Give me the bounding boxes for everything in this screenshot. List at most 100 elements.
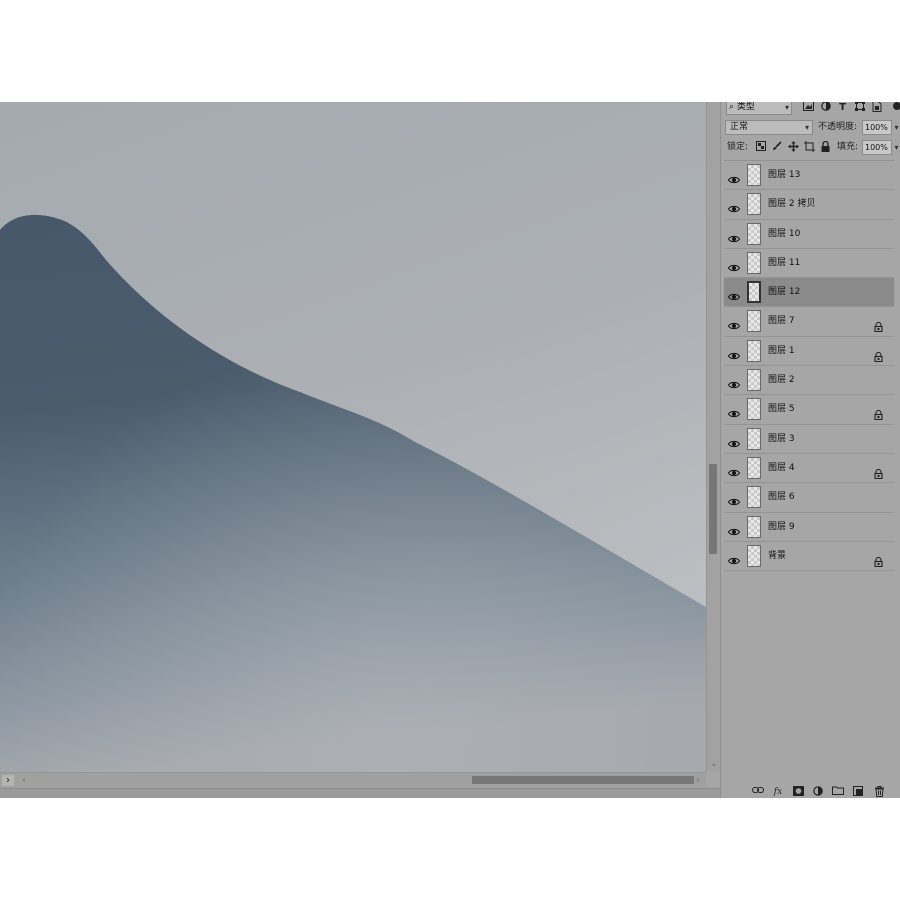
layer-name[interactable]: 图层 7 [768,307,795,336]
layer-thumbnail[interactable] [747,339,761,362]
layer-row[interactable]: 图层 5 [724,395,894,425]
layer-thumbnail[interactable] [747,310,761,333]
scroll-right-icon[interactable]: › [692,775,704,786]
document-canvas[interactable] [0,102,706,772]
layer-thumbnail[interactable] [747,164,761,186]
horizontal-scrollbar[interactable]: › ‹ › [0,772,706,788]
fill-label: 填充: [837,142,859,152]
layer-thumbnail[interactable] [747,427,761,450]
layer-name[interactable]: 图层 2 [768,366,795,395]
opacity-field[interactable]: 100% [862,120,892,135]
layer-thumbnail[interactable] [747,515,761,538]
adjustment-layer-icon[interactable] [811,786,825,798]
eye-icon[interactable] [727,522,741,535]
layer-row[interactable]: 图层 1 [724,336,894,367]
text-filter-icon[interactable]: T [836,102,849,114]
vertical-scroll-thumb[interactable] [709,464,717,554]
lock-position-icon[interactable] [787,141,799,154]
layer-name[interactable]: 图层 3 [768,425,795,454]
layer-thumbnail[interactable] [747,369,761,392]
filter-toggle-icon[interactable] [890,102,900,114]
eye-icon[interactable] [727,404,741,418]
eye-icon[interactable] [727,492,741,506]
eye-icon[interactable] [727,316,741,330]
lock-image-pixels-icon[interactable] [771,141,783,154]
fill-dropdown-icon[interactable]: ▾ [892,140,900,155]
new-layer-icon[interactable] [851,786,865,798]
link-layers-icon[interactable] [751,786,765,798]
layer-name[interactable]: 图层 10 [768,220,800,249]
layer-thumbnail[interactable] [747,251,761,274]
layer-thumbnail[interactable] [747,398,761,421]
layer-row[interactable]: 图层 7 [724,307,894,337]
eye-icon[interactable] [727,551,741,564]
layer-row[interactable]: 图层 9 [724,512,894,542]
eye-icon[interactable] [727,229,741,242]
layer-name[interactable]: 图层 12 [768,278,800,307]
fx-icon[interactable]: fx [771,786,785,798]
mountain-artwork [0,102,706,772]
layer-name[interactable]: 图层 13 [768,161,800,190]
expand-panel-icon[interactable]: › [2,775,14,786]
smart-object-filter-icon[interactable] [870,102,883,114]
lock-icon [874,464,884,480]
lock-all-icon[interactable] [819,140,831,154]
layer-name[interactable]: 背景 [768,542,786,571]
layer-thumbnail[interactable] [747,544,761,567]
photoshop-workspace: ⌄ › ‹ › ⌕ 类型 ▾ T 正常 ▾ 不透明度: 100% ▾ 锁定: 填… [0,102,900,798]
add-mask-icon[interactable] [791,786,805,798]
shape-filter-icon[interactable] [853,102,866,114]
image-filter-icon[interactable] [802,102,815,114]
eye-icon[interactable] [727,170,741,184]
layer-row[interactable]: 图层 12 [724,278,894,308]
layer-row[interactable]: 图层 6 [724,483,894,513]
layer-thumbnail[interactable] [747,486,761,509]
filter-type-select[interactable]: ⌕ 类型 ▾ [726,102,792,115]
horizontal-scroll-thumb[interactable] [472,776,694,784]
lock-icon [874,405,884,421]
scroll-left-icon[interactable]: ‹ [18,775,30,786]
layer-thumbnail[interactable] [747,456,761,479]
layer-thumbnail[interactable] [747,281,761,304]
eye-icon[interactable] [727,346,741,359]
layer-name[interactable]: 图层 4 [768,454,795,483]
layer-name[interactable]: 图层 1 [768,337,795,366]
layer-row[interactable]: 图层 11 [724,248,894,279]
layer-thumbnail[interactable] [747,193,761,216]
eye-icon[interactable] [727,434,741,447]
lock-transparent-pixels-icon[interactable] [755,141,767,154]
layer-name[interactable]: 图层 9 [768,513,795,542]
chevron-down-icon: ▾ [804,123,809,132]
eye-icon[interactable] [727,463,741,477]
layer-row[interactable]: 背景 [724,541,894,572]
status-bar [0,788,720,798]
opacity-dropdown-icon[interactable]: ▾ [892,120,900,135]
eye-icon[interactable] [727,199,741,213]
lock-artboard-icon[interactable] [803,141,815,154]
layer-name[interactable]: 图层 6 [768,483,795,512]
layer-row[interactable]: 图层 10 [724,219,894,249]
opacity-label: 不透明度: [818,122,858,132]
vertical-scrollbar[interactable]: ⌄ [706,102,720,772]
layer-name[interactable]: 图层 5 [768,395,795,424]
layer-row[interactable]: 图层 4 [724,453,894,484]
layer-name[interactable]: 图层 2 拷贝 [768,190,815,219]
layer-row[interactable]: 图层 3 [724,424,894,454]
layer-row[interactable]: 图层 2 拷贝 [724,190,894,220]
trash-icon[interactable] [872,786,886,798]
adjustment-filter-icon[interactable] [819,102,832,114]
new-group-icon[interactable] [831,786,845,798]
layer-name[interactable]: 图层 11 [768,249,800,278]
layer-filter-row: ⌕ 类型 ▾ T [724,102,900,116]
eye-icon[interactable] [727,258,741,272]
filter-type-label: 类型 [736,102,755,112]
layer-thumbnail[interactable] [747,222,761,245]
layer-row[interactable]: 图层 2 [724,366,894,396]
eye-icon[interactable] [727,375,741,389]
eye-icon[interactable] [727,287,741,301]
fill-field[interactable]: 100% [862,140,892,155]
scroll-down-icon[interactable]: ⌄ [707,758,721,770]
lock-label: 锁定: [727,142,749,152]
blend-mode-select[interactable]: 正常 ▾ [725,120,813,135]
layer-row[interactable]: 图层 13 [724,161,894,191]
